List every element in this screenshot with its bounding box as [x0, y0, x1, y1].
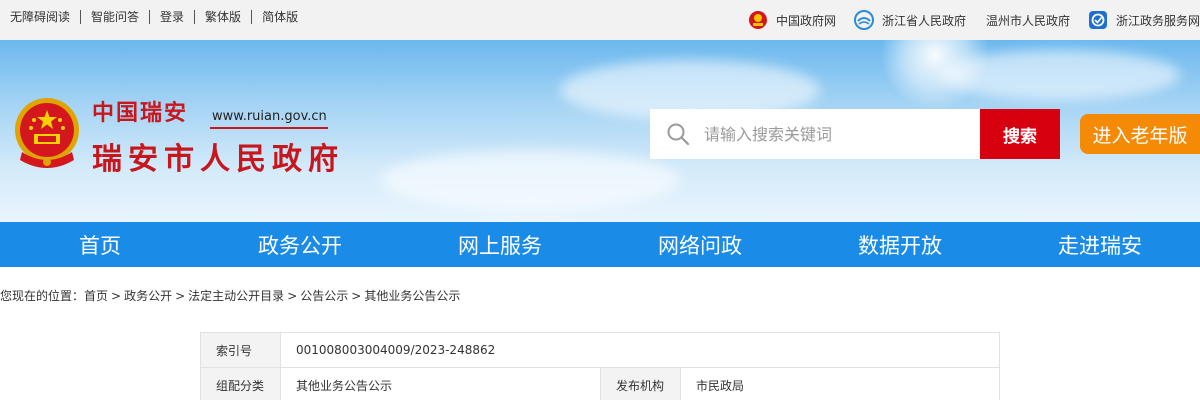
service-net-icon	[1088, 11, 1107, 29]
header-banner: 中国瑞安 www.ruian.gov.cn 瑞安市人民政府 搜索 进入老年版	[0, 40, 1200, 222]
zhejiang-gov-label: 浙江省人民政府	[881, 13, 966, 28]
document-info-table: 索引号 001008003004009/2023-248862 组配分类 其他业…	[200, 332, 1000, 400]
national-emblem-icon	[748, 11, 767, 29]
nav-online-services[interactable]: 网上服务	[400, 222, 600, 267]
breadcrumb-separator: >	[111, 289, 122, 303]
top-utility-bar: 无障碍阅读 智能问答 登录 繁体版 简体版 中国政府网 浙江省人民政府 温州市人…	[0, 0, 1200, 40]
china-gov-link[interactable]: 中国政府网	[748, 10, 836, 30]
utility-links: 无障碍阅读 智能问答 登录 繁体版 简体版	[0, 0, 308, 34]
nav-home[interactable]: 首页	[0, 222, 200, 267]
breadcrumb-other-announcements[interactable]: 其他业务公告公示	[364, 289, 460, 303]
breadcrumb-separator: >	[287, 289, 298, 303]
index-label: 索引号	[200, 332, 281, 368]
breadcrumb-government-affairs[interactable]: 政务公开	[124, 289, 172, 303]
category-label: 组配分类	[200, 367, 281, 400]
smart-qa-link[interactable]: 智能问答	[81, 10, 151, 24]
wenzhou-gov-label: 温州市人民政府	[985, 13, 1070, 28]
main-navigation: 首页 政务公开 网上服务 网络问政 数据开放 走进瑞安	[0, 222, 1200, 267]
elderly-version-button[interactable]: 进入老年版	[1080, 114, 1200, 154]
nav-online-inquiry[interactable]: 网络问政	[600, 222, 800, 267]
breadcrumb-home[interactable]: 首页	[84, 289, 108, 303]
breadcrumb-separator: >	[175, 289, 186, 303]
government-links: 中国政府网 浙江省人民政府 温州市人民政府 浙江政务服务网	[730, 0, 1200, 40]
breadcrumb-separator: >	[351, 289, 362, 303]
china-gov-label: 中国政府网	[775, 13, 836, 28]
search-icon	[667, 123, 690, 146]
traditional-chinese-link[interactable]: 繁体版	[195, 10, 253, 24]
table-row: 组配分类 其他业务公告公示 发布机构 市民政局	[200, 367, 1000, 400]
nav-open-data[interactable]: 数据开放	[800, 222, 1000, 267]
table-row: 索引号 001008003004009/2023-248862	[200, 332, 1000, 368]
search-box	[650, 109, 980, 159]
cloud-decoration	[380, 150, 680, 210]
site-name: 中国瑞安	[92, 100, 189, 126]
nav-about-ruian[interactable]: 走进瑞安	[1000, 222, 1200, 267]
wenzhou-gov-link[interactable]: 温州市人民政府	[986, 12, 1070, 29]
breadcrumb: 您现在的位置：首页 > 政务公开 > 法定主动公开目录 > 公告公示 > 其他业务公告公示	[0, 287, 460, 304]
site-title: 瑞安市人民政府	[92, 142, 344, 177]
zhejiang-gov-link[interactable]: 浙江省人民政府	[853, 10, 966, 30]
site-domain: www.ruian.gov.cn	[212, 109, 327, 124]
login-link[interactable]: 登录	[150, 10, 196, 24]
simplified-chinese-link[interactable]: 简体版	[252, 10, 308, 24]
accessibility-link[interactable]: 无障碍阅读	[0, 10, 82, 24]
zhejiang-service-label: 浙江政务服务网	[1115, 13, 1200, 28]
zhejiang-logo-icon	[853, 10, 874, 30]
breadcrumb-statutory-catalog[interactable]: 法定主动公开目录	[188, 289, 284, 303]
breadcrumb-prefix: 您现在的位置：	[0, 289, 85, 303]
publisher-label: 发布机构	[600, 367, 681, 400]
publisher-value: 市民政局	[680, 367, 1000, 400]
search-button[interactable]: 搜索	[980, 109, 1060, 159]
national-emblem-logo	[15, 98, 79, 168]
index-value: 001008003004009/2023-248862	[280, 332, 1000, 368]
title-rule	[210, 127, 328, 129]
zhejiang-service-link[interactable]: 浙江政务服务网	[1088, 10, 1200, 30]
breadcrumb-announcements[interactable]: 公告公示	[300, 289, 348, 303]
search-input[interactable]	[704, 124, 964, 144]
nav-government-affairs[interactable]: 政务公开	[200, 222, 400, 267]
category-value: 其他业务公告公示	[280, 367, 601, 400]
cloud-decoration	[940, 50, 1180, 100]
